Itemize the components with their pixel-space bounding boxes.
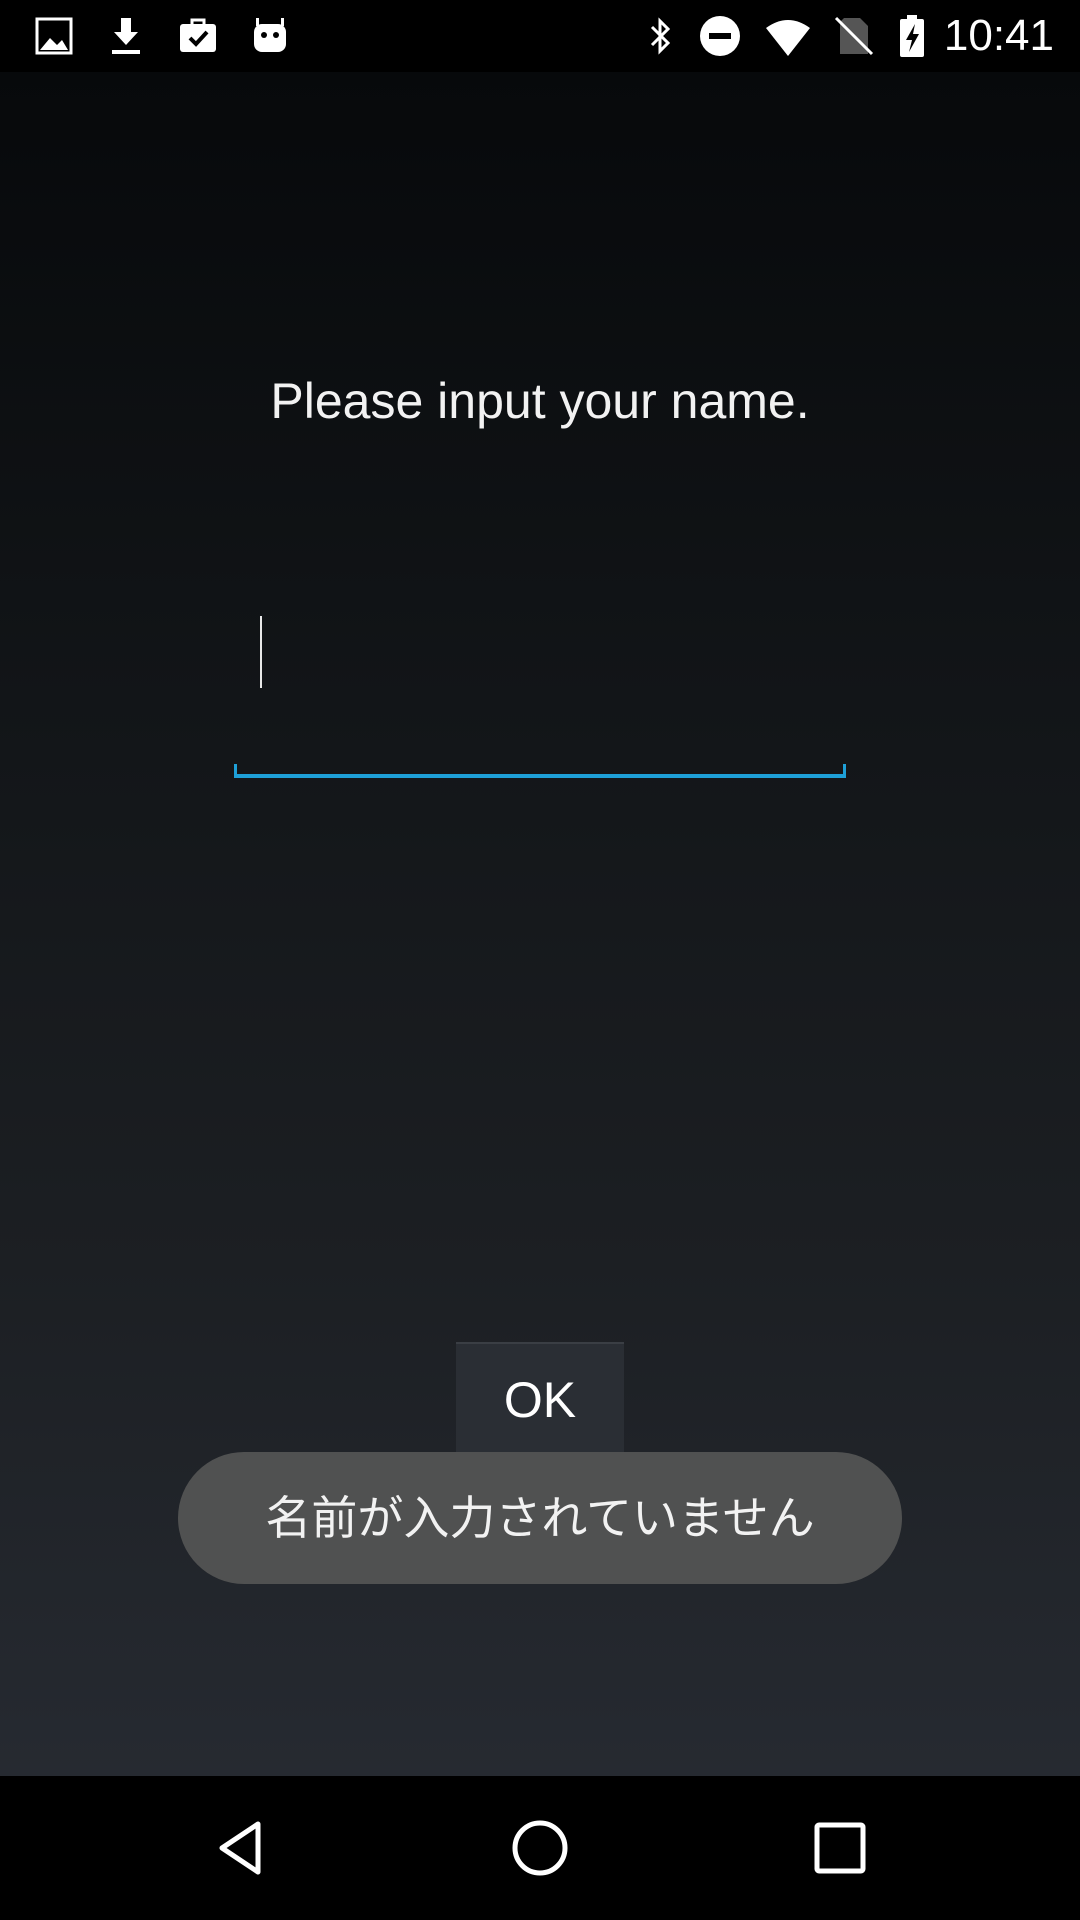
name-input[interactable] xyxy=(234,612,846,772)
main-content: Please input your name. OK 名前が入力されていません xyxy=(0,72,1080,1776)
navigation-bar xyxy=(0,1776,1080,1920)
input-underline xyxy=(234,774,846,778)
home-icon[interactable] xyxy=(504,1812,576,1884)
download-icon xyxy=(102,12,150,60)
name-field[interactable] xyxy=(234,612,846,778)
battery-charging-icon xyxy=(888,12,936,60)
toast-message: 名前が入力されていません xyxy=(178,1452,902,1584)
no-sim-icon xyxy=(830,12,878,60)
do-not-disturb-icon xyxy=(696,12,744,60)
app-screen: 10:41 Please input your name. OK 名前が入力され… xyxy=(0,0,1080,1920)
input-underline-right-tick xyxy=(843,764,846,776)
ok-button[interactable]: OK xyxy=(456,1342,624,1454)
clock: 10:41 xyxy=(943,11,1054,60)
android-icon xyxy=(246,12,294,60)
work-check-icon xyxy=(174,12,222,60)
back-icon[interactable] xyxy=(204,1812,276,1884)
bluetooth-icon xyxy=(636,12,684,60)
input-underline-left-tick xyxy=(234,764,237,776)
wifi-icon xyxy=(764,12,812,60)
recents-icon[interactable] xyxy=(804,1812,876,1884)
text-caret xyxy=(260,616,262,688)
status-bar: 10:41 xyxy=(0,0,1080,72)
image-icon xyxy=(30,12,78,60)
name-prompt: Please input your name. xyxy=(270,373,810,429)
